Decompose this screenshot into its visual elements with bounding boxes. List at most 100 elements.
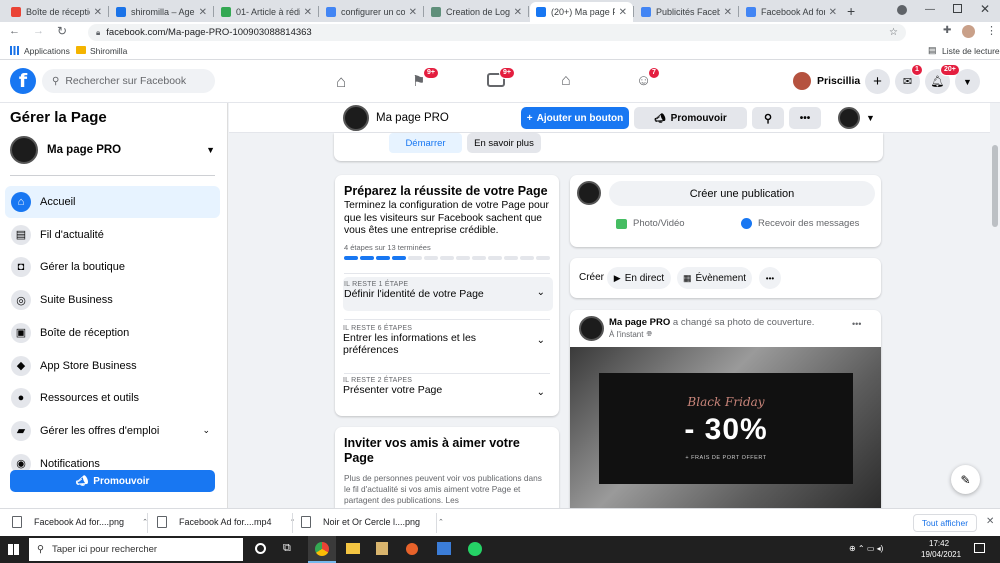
cortana-icon[interactable] <box>255 543 266 554</box>
profile-avatar[interactable] <box>962 25 975 38</box>
divider <box>344 319 550 320</box>
start-button[interactable]: Démarrer <box>389 133 462 153</box>
facebook-logo[interactable]: f <box>10 68 36 94</box>
photos-icon[interactable] <box>437 542 451 555</box>
page-bar-avatar <box>343 105 369 131</box>
page-more-button[interactable]: ••• <box>789 107 821 129</box>
setup-step[interactable]: IL RESTE 6 ÉTAPES Entrer les informations… <box>343 325 553 369</box>
bookmark-folder[interactable]: Shiromilla <box>90 46 127 56</box>
nav-marketplace-icon[interactable]: ⌂ <box>561 72 571 90</box>
sidebar-item-app-store[interactable]: ◆ App Store Business <box>5 350 220 382</box>
download-item[interactable]: Facebook Ad for....png ⌃ <box>12 516 148 528</box>
post-meta: À l'instant 🌐︎ <box>609 330 652 339</box>
tab-close-icon[interactable]: ✕ <box>409 7 417 18</box>
photo-video-button[interactable]: Photo/Vidéo <box>616 218 685 229</box>
cover-photo[interactable]: Black Friday - 30% + FRAIS DE PORT OFFER… <box>570 347 881 508</box>
notification-center-icon[interactable] <box>974 543 985 553</box>
nav-home-icon[interactable]: ⌂ <box>336 72 346 92</box>
browser-tab[interactable]: Publicités Facebook ✕ <box>635 2 738 22</box>
taskbar-search-box[interactable]: ⚲ Taper ici pour rechercher <box>29 538 243 561</box>
live-button[interactable]: ▶ En direct <box>607 267 671 289</box>
post-options-icon[interactable]: ••• <box>852 319 861 329</box>
create-plus-icon[interactable]: + <box>865 69 890 94</box>
browser-menu-icon[interactable]: ⋮ <box>986 24 997 37</box>
search-icon: ⚲ <box>52 75 60 87</box>
account-menu-icon[interactable]: ▼ <box>955 69 980 94</box>
browser-tab[interactable]: (20+) Ma page PRO ✕ <box>530 2 633 22</box>
sidebar-item-business-suite[interactable]: ◎ Suite Business <box>5 284 220 316</box>
new-tab-button[interactable]: + <box>847 3 855 19</box>
setup-step[interactable]: IL RESTE 2 ÉTAPES Présenter votre Page ⌄ <box>343 377 553 407</box>
post-author[interactable]: Ma page PRO <box>609 317 670 328</box>
whatsapp-icon[interactable] <box>468 542 482 556</box>
sidebar-item-shop-bag[interactable]: ◘ Gérer la boutique <box>5 251 220 283</box>
url-field[interactable]: 🔒︎ facebook.com/Ma-page-PRO-100903088814… <box>88 24 906 41</box>
page-switcher[interactable]: Ma page PRO ▼ <box>10 135 215 165</box>
sidebar-item-resources[interactable]: ● Ressources et outils <box>5 382 220 414</box>
browser-tab[interactable]: 01- Article à rédiger ✕ <box>215 2 318 22</box>
reload-icon[interactable]: ↻ <box>57 24 67 38</box>
system-tray-icons[interactable]: ⊕ ⌃ ▭ ◂) <box>849 544 883 553</box>
sidebar-item-jobs[interactable]: ▰ Gérer les offres d'emploi ⌄ <box>5 415 220 447</box>
get-messages-button[interactable]: Recevoir des messages <box>741 218 859 229</box>
create-post-button[interactable]: Créer une publication <box>609 181 875 206</box>
tab-favicon-icon <box>641 7 651 17</box>
maximize-icon[interactable] <box>953 4 962 13</box>
bookmark-star-icon[interactable]: ☆ <box>889 27 898 38</box>
download-item[interactable]: Facebook Ad for....mp4⌃ <box>157 516 295 528</box>
chevron-down-icon: ⌄ <box>536 387 545 398</box>
browser-tab[interactable]: Creation de Logo ✕ <box>425 2 528 22</box>
extensions-icon[interactable]: ✚ <box>943 25 951 36</box>
download-item[interactable]: Noir et Or Cercle l....png ⌃ <box>301 516 444 528</box>
windows-start-icon[interactable] <box>8 544 19 555</box>
tab-close-icon[interactable]: ✕ <box>94 7 102 18</box>
task-view-icon[interactable]: ⧉ <box>283 542 291 555</box>
new-message-button[interactable]: ✎ <box>951 465 980 494</box>
sidebar-promote-button[interactable]: 📣︎ Promouvoir <box>10 470 215 492</box>
tab-close-icon[interactable]: ✕ <box>199 7 207 18</box>
get-messages-label: Recevoir des messages <box>758 218 860 229</box>
scroll-thumb[interactable] <box>992 145 998 227</box>
tab-close-icon[interactable]: ✕ <box>304 7 312 18</box>
browser-tab[interactable]: configurer un compte ✕ <box>320 2 423 22</box>
reading-list[interactable]: Liste de lecture <box>942 46 1000 56</box>
store-icon[interactable] <box>376 542 388 555</box>
bookmark-apps[interactable]: Applications <box>24 46 70 56</box>
page-voice-switcher[interactable]: ▼ <box>838 107 875 129</box>
plus-icon: + <box>526 112 533 124</box>
browser-tab[interactable]: Boîte de réception ✕ <box>5 2 108 22</box>
caret-up-icon[interactable]: ⌃ <box>438 518 444 526</box>
show-all-downloads-button[interactable]: Tout afficher <box>913 514 977 532</box>
setup-step[interactable]: IL RESTE 1 ÉTAPE Définir l'identité de vo… <box>343 277 553 311</box>
profile-chip[interactable]: Priscillia <box>793 69 860 93</box>
sidebar-item-inbox[interactable]: ▣ Boîte de réception <box>5 317 220 349</box>
tab-search-icon[interactable] <box>897 5 907 15</box>
tab-close-icon[interactable]: ✕ <box>829 7 837 18</box>
tab-close-icon[interactable]: ✕ <box>619 7 627 18</box>
page-promote-button[interactable]: 📣︎ Promouvoir <box>634 107 747 129</box>
learn-more-button[interactable]: En savoir plus <box>467 133 541 153</box>
page-scrollbar[interactable] <box>990 103 1000 508</box>
page-search-button[interactable]: ⚲ <box>752 107 784 129</box>
chrome-taskbar-icon[interactable] <box>308 536 336 563</box>
post-time[interactable]: À l'instant <box>609 330 643 339</box>
close-downloads-icon[interactable]: ✕ <box>986 516 994 527</box>
browser-tab[interactable]: Facebook Ad for Hom ✕ <box>740 2 843 22</box>
create-more-button[interactable]: ••• <box>759 267 781 289</box>
add-button-button[interactable]: + Ajouter un bouton <box>521 107 629 129</box>
tab-close-icon[interactable]: ✕ <box>514 7 522 18</box>
facebook-search-box[interactable]: ⚲ Rechercher sur Facebook <box>42 69 215 93</box>
chevron-down-icon[interactable]: ⌄ <box>202 425 210 436</box>
back-icon[interactable]: ← <box>9 25 20 37</box>
tab-close-icon[interactable]: ✕ <box>724 7 732 18</box>
office-icon[interactable] <box>406 543 418 555</box>
forward-icon[interactable]: → <box>33 25 44 37</box>
close-window-icon[interactable]: ✕ <box>980 2 990 16</box>
sidebar-item-home[interactable]: ⌂ Accueil <box>5 186 220 218</box>
minimize-icon[interactable]: — <box>925 4 935 15</box>
file-explorer-icon[interactable] <box>346 543 360 554</box>
megaphone-icon: 📣︎ <box>654 112 666 123</box>
sidebar-item-news-feed[interactable]: ▤ Fil d'actualité <box>5 219 220 251</box>
browser-tab[interactable]: shiromilla – Agenda ✕ <box>110 2 213 22</box>
event-button[interactable]: ▦ Évènement <box>677 267 752 289</box>
